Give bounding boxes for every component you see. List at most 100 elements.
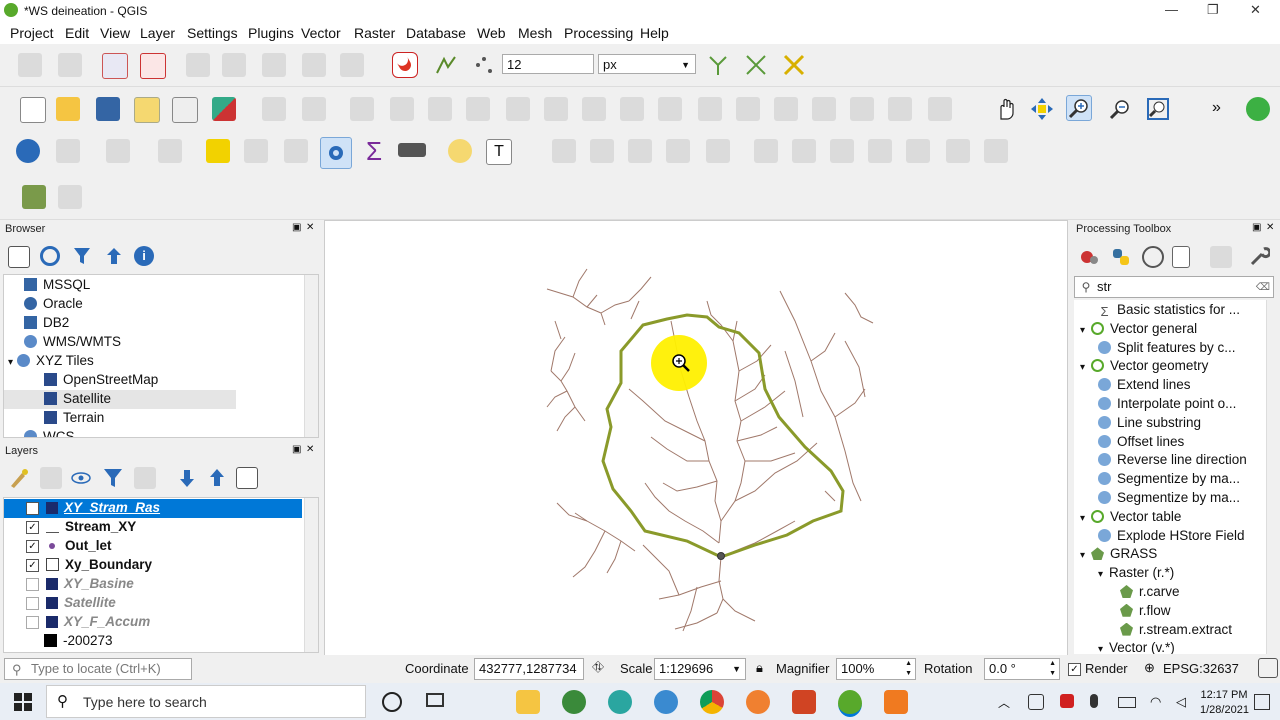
- taskbar-search-box[interactable]: ⚲ Type here to search: [46, 685, 366, 718]
- toolbox-gear-icon[interactable]: [320, 137, 352, 169]
- digitize-icon-13[interactable]: [736, 97, 760, 121]
- rotation-spinbox[interactable]: 0.0 ° ▲ ▼: [984, 658, 1060, 680]
- digitize-icon-11[interactable]: [658, 97, 682, 121]
- digitize-icon-10[interactable]: [620, 97, 644, 121]
- arduino-icon[interactable]: [608, 690, 632, 714]
- lock-icon[interactable]: 🔒︎: [756, 660, 763, 676]
- expand-arrow-icon[interactable]: ▾: [1080, 362, 1085, 373]
- zoom-out-icon[interactable]: [1108, 97, 1132, 121]
- layer-checkbox[interactable]: ✓: [26, 521, 39, 534]
- browser-item-satellite[interactable]: Satellite: [44, 391, 111, 406]
- models-icon[interactable]: [1078, 246, 1100, 268]
- info-icon[interactable]: i: [134, 246, 154, 266]
- edit-icon-4[interactable]: [666, 139, 690, 163]
- layer-item-stream-xy[interactable]: Stream_XY: [46, 519, 136, 534]
- layer-checkbox[interactable]: ✓: [26, 540, 39, 553]
- microphone-icon[interactable]: [1090, 694, 1098, 708]
- task-view-icon[interactable]: [426, 693, 444, 707]
- qgis-taskbar-icon[interactable]: [562, 690, 586, 714]
- toolbox-item[interactable]: Σ Basic statistics for ...: [1098, 302, 1240, 318]
- digitize-icon-9[interactable]: [582, 97, 606, 121]
- open-project-icon[interactable]: [56, 97, 80, 121]
- browser-item-osm[interactable]: OpenStreetMap: [44, 372, 158, 387]
- scale-combobox[interactable]: 1:129696 ▼: [654, 658, 746, 680]
- filter-icon[interactable]: [72, 246, 92, 266]
- tray-app-icon[interactable]: [1028, 694, 1044, 710]
- add-group-icon[interactable]: [40, 467, 62, 489]
- digitize-icon-2[interactable]: [302, 97, 326, 121]
- expand-arrow-icon[interactable]: ▾: [1080, 325, 1085, 336]
- panel-float-icon[interactable]: ▣: [292, 444, 301, 455]
- layer-item-xy-f-accum[interactable]: XY_F_Accum: [46, 614, 150, 629]
- toolbox-item[interactable]: Segmentize by ma...: [1098, 490, 1240, 505]
- label-tool-icon[interactable]: [18, 53, 42, 77]
- browser-item-oracle[interactable]: Oracle: [24, 296, 83, 311]
- toolbox-item[interactable]: Extend lines: [1098, 377, 1191, 392]
- layer-styling-icon[interactable]: [8, 467, 30, 489]
- digitize-icon-6[interactable]: [466, 97, 490, 121]
- snap-intersection-icon[interactable]: [782, 53, 806, 77]
- paste-icon[interactable]: [906, 139, 930, 163]
- edit-icon-3[interactable]: [628, 139, 652, 163]
- select-by-value-icon[interactable]: [158, 139, 182, 163]
- layer-item-xy-basine[interactable]: XY_Basine: [46, 576, 134, 591]
- layer-item-xy-stram-ras[interactable]: XY_Stram_Ras: [46, 500, 160, 515]
- menu-help[interactable]: Help: [640, 25, 669, 41]
- toolbox-item[interactable]: r.carve: [1120, 584, 1180, 599]
- options-wrench-icon[interactable]: [1248, 246, 1272, 268]
- diagram-icon[interactable]: [340, 53, 364, 77]
- firefox-icon[interactable]: [746, 690, 770, 714]
- snap-vertex-icon[interactable]: [434, 53, 458, 77]
- expand-arrow-icon[interactable]: ▾: [1080, 513, 1085, 524]
- screen-recorder-icon[interactable]: [884, 690, 908, 714]
- menu-edit[interactable]: Edit: [65, 25, 89, 41]
- history-clock-icon[interactable]: [1142, 246, 1164, 268]
- digitize-icon-15[interactable]: [812, 97, 836, 121]
- toolbox-scrollbar[interactable]: [1266, 300, 1278, 654]
- digitize-icon-7[interactable]: [506, 97, 530, 121]
- layer-item-xy-boundary[interactable]: Xy_Boundary: [46, 557, 152, 572]
- filter-expression-icon[interactable]: [134, 467, 156, 489]
- browser-item-xyz[interactable]: ▾ XYZ Tiles: [8, 353, 94, 368]
- toolbox-item[interactable]: Split features by c...: [1098, 340, 1236, 355]
- menu-plugins[interactable]: Plugins: [248, 25, 294, 41]
- panel-float-icon[interactable]: ▣: [1252, 222, 1261, 233]
- select-features-icon[interactable]: [106, 139, 130, 163]
- cut-icon[interactable]: [830, 139, 854, 163]
- crs-globe-icon[interactable]: ⊕: [1144, 660, 1155, 676]
- google-earth-icon[interactable]: [654, 690, 678, 714]
- browser-item-db2[interactable]: DB2: [24, 315, 69, 330]
- field-calculator-icon[interactable]: [284, 139, 308, 163]
- edit-icon-2[interactable]: [590, 139, 614, 163]
- show-hide-labels-icon[interactable]: [140, 53, 166, 79]
- snap-scope-icon[interactable]: [472, 53, 496, 77]
- save-project-icon[interactable]: [96, 97, 120, 121]
- topology-editing-icon[interactable]: [706, 53, 730, 77]
- panel-close-icon[interactable]: ✕: [306, 222, 314, 233]
- map-canvas[interactable]: [324, 220, 1068, 656]
- refresh-icon[interactable]: [40, 246, 60, 266]
- volume-icon[interactable]: ◁: [1176, 694, 1186, 710]
- visibility-eye-icon[interactable]: [70, 467, 92, 489]
- digitize-icon-12[interactable]: [698, 97, 722, 121]
- identify-features-icon[interactable]: [16, 139, 40, 163]
- results-viewer-icon[interactable]: [1172, 246, 1190, 268]
- panel-close-icon[interactable]: ✕: [306, 444, 314, 455]
- pan-hand-icon[interactable]: [994, 97, 1018, 121]
- digitize-icon-16[interactable]: [850, 97, 874, 121]
- menu-raster[interactable]: Raster: [354, 25, 395, 41]
- layer-checkbox[interactable]: [26, 597, 39, 610]
- expand-all-icon[interactable]: [176, 467, 198, 489]
- toolbox-item[interactable]: ▾ Vector (v.*): [1098, 640, 1175, 654]
- menu-database[interactable]: Database: [406, 25, 466, 41]
- digitize-icon-14[interactable]: [774, 97, 798, 121]
- digitize-icon-8[interactable]: [544, 97, 568, 121]
- toolbox-item[interactable]: Explode HStore Field: [1098, 528, 1245, 543]
- windows-start-icon[interactable]: [14, 693, 32, 711]
- taskbar-clock[interactable]: 12:17 PM 1/28/2021: [1200, 688, 1249, 718]
- digitize-icon-17[interactable]: [888, 97, 912, 121]
- toolbox-item[interactable]: ▾ Vector geometry: [1080, 358, 1208, 373]
- expand-arrow-icon[interactable]: ▾: [1080, 550, 1085, 561]
- menu-processing[interactable]: Processing: [564, 25, 633, 41]
- map-tips-icon[interactable]: [448, 139, 472, 163]
